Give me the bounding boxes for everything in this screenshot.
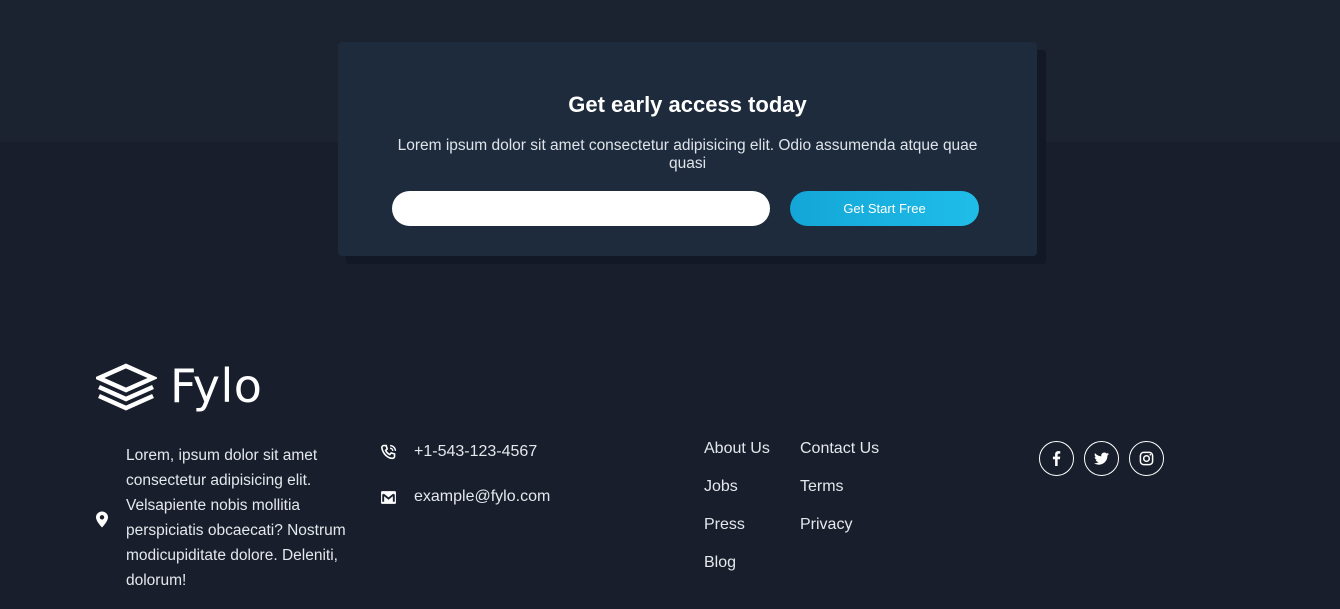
- stacked-layers-icon: [96, 363, 157, 411]
- footer-address: Lorem, ipsum dolor sit amet consectetur …: [96, 443, 356, 593]
- email-address[interactable]: example@fylo.com: [414, 488, 550, 506]
- twitter-icon: [1094, 452, 1109, 465]
- address-text: Lorem, ipsum dolor sit amet consectetur …: [126, 447, 346, 589]
- twitter-button[interactable]: [1084, 441, 1119, 476]
- footer-link-contact-us[interactable]: Contact Us: [800, 438, 879, 476]
- brand-name: Fylo: [170, 359, 263, 413]
- instagram-icon: [1139, 451, 1154, 466]
- footer-links-column-2: Contact Us Terms Privacy: [800, 438, 879, 552]
- facebook-icon: [1052, 451, 1061, 466]
- footer-link-terms[interactable]: Terms: [800, 476, 879, 514]
- footer-link-press[interactable]: Press: [704, 514, 770, 552]
- phone-icon: [381, 444, 397, 459]
- footer-links-column-1: About Us Jobs Press Blog: [704, 438, 770, 590]
- early-access-card: Get early access today Lorem ipsum dolor…: [338, 42, 1037, 256]
- phone-row: +1-543-123-4567: [380, 443, 537, 461]
- cta-description: Lorem ipsum dolor sit amet consectetur a…: [397, 137, 978, 172]
- email-row: example@fylo.com: [380, 488, 550, 506]
- footer-link-blog[interactable]: Blog: [704, 552, 770, 590]
- footer-link-jobs[interactable]: Jobs: [704, 476, 770, 514]
- cta-title: Get early access today: [568, 92, 807, 117]
- phone-number[interactable]: +1-543-123-4567: [414, 443, 537, 461]
- mail-icon: [381, 490, 396, 504]
- social-links: [1039, 441, 1174, 476]
- location-pin-icon: [96, 511, 108, 528]
- email-input[interactable]: [392, 191, 770, 226]
- footer-link-privacy[interactable]: Privacy: [800, 514, 879, 552]
- instagram-button[interactable]: [1129, 441, 1164, 476]
- footer-link-about-us[interactable]: About Us: [704, 438, 770, 476]
- get-start-free-button[interactable]: Get Start Free: [790, 191, 979, 226]
- facebook-button[interactable]: [1039, 441, 1074, 476]
- brand-logo[interactable]: Fylo: [96, 358, 262, 414]
